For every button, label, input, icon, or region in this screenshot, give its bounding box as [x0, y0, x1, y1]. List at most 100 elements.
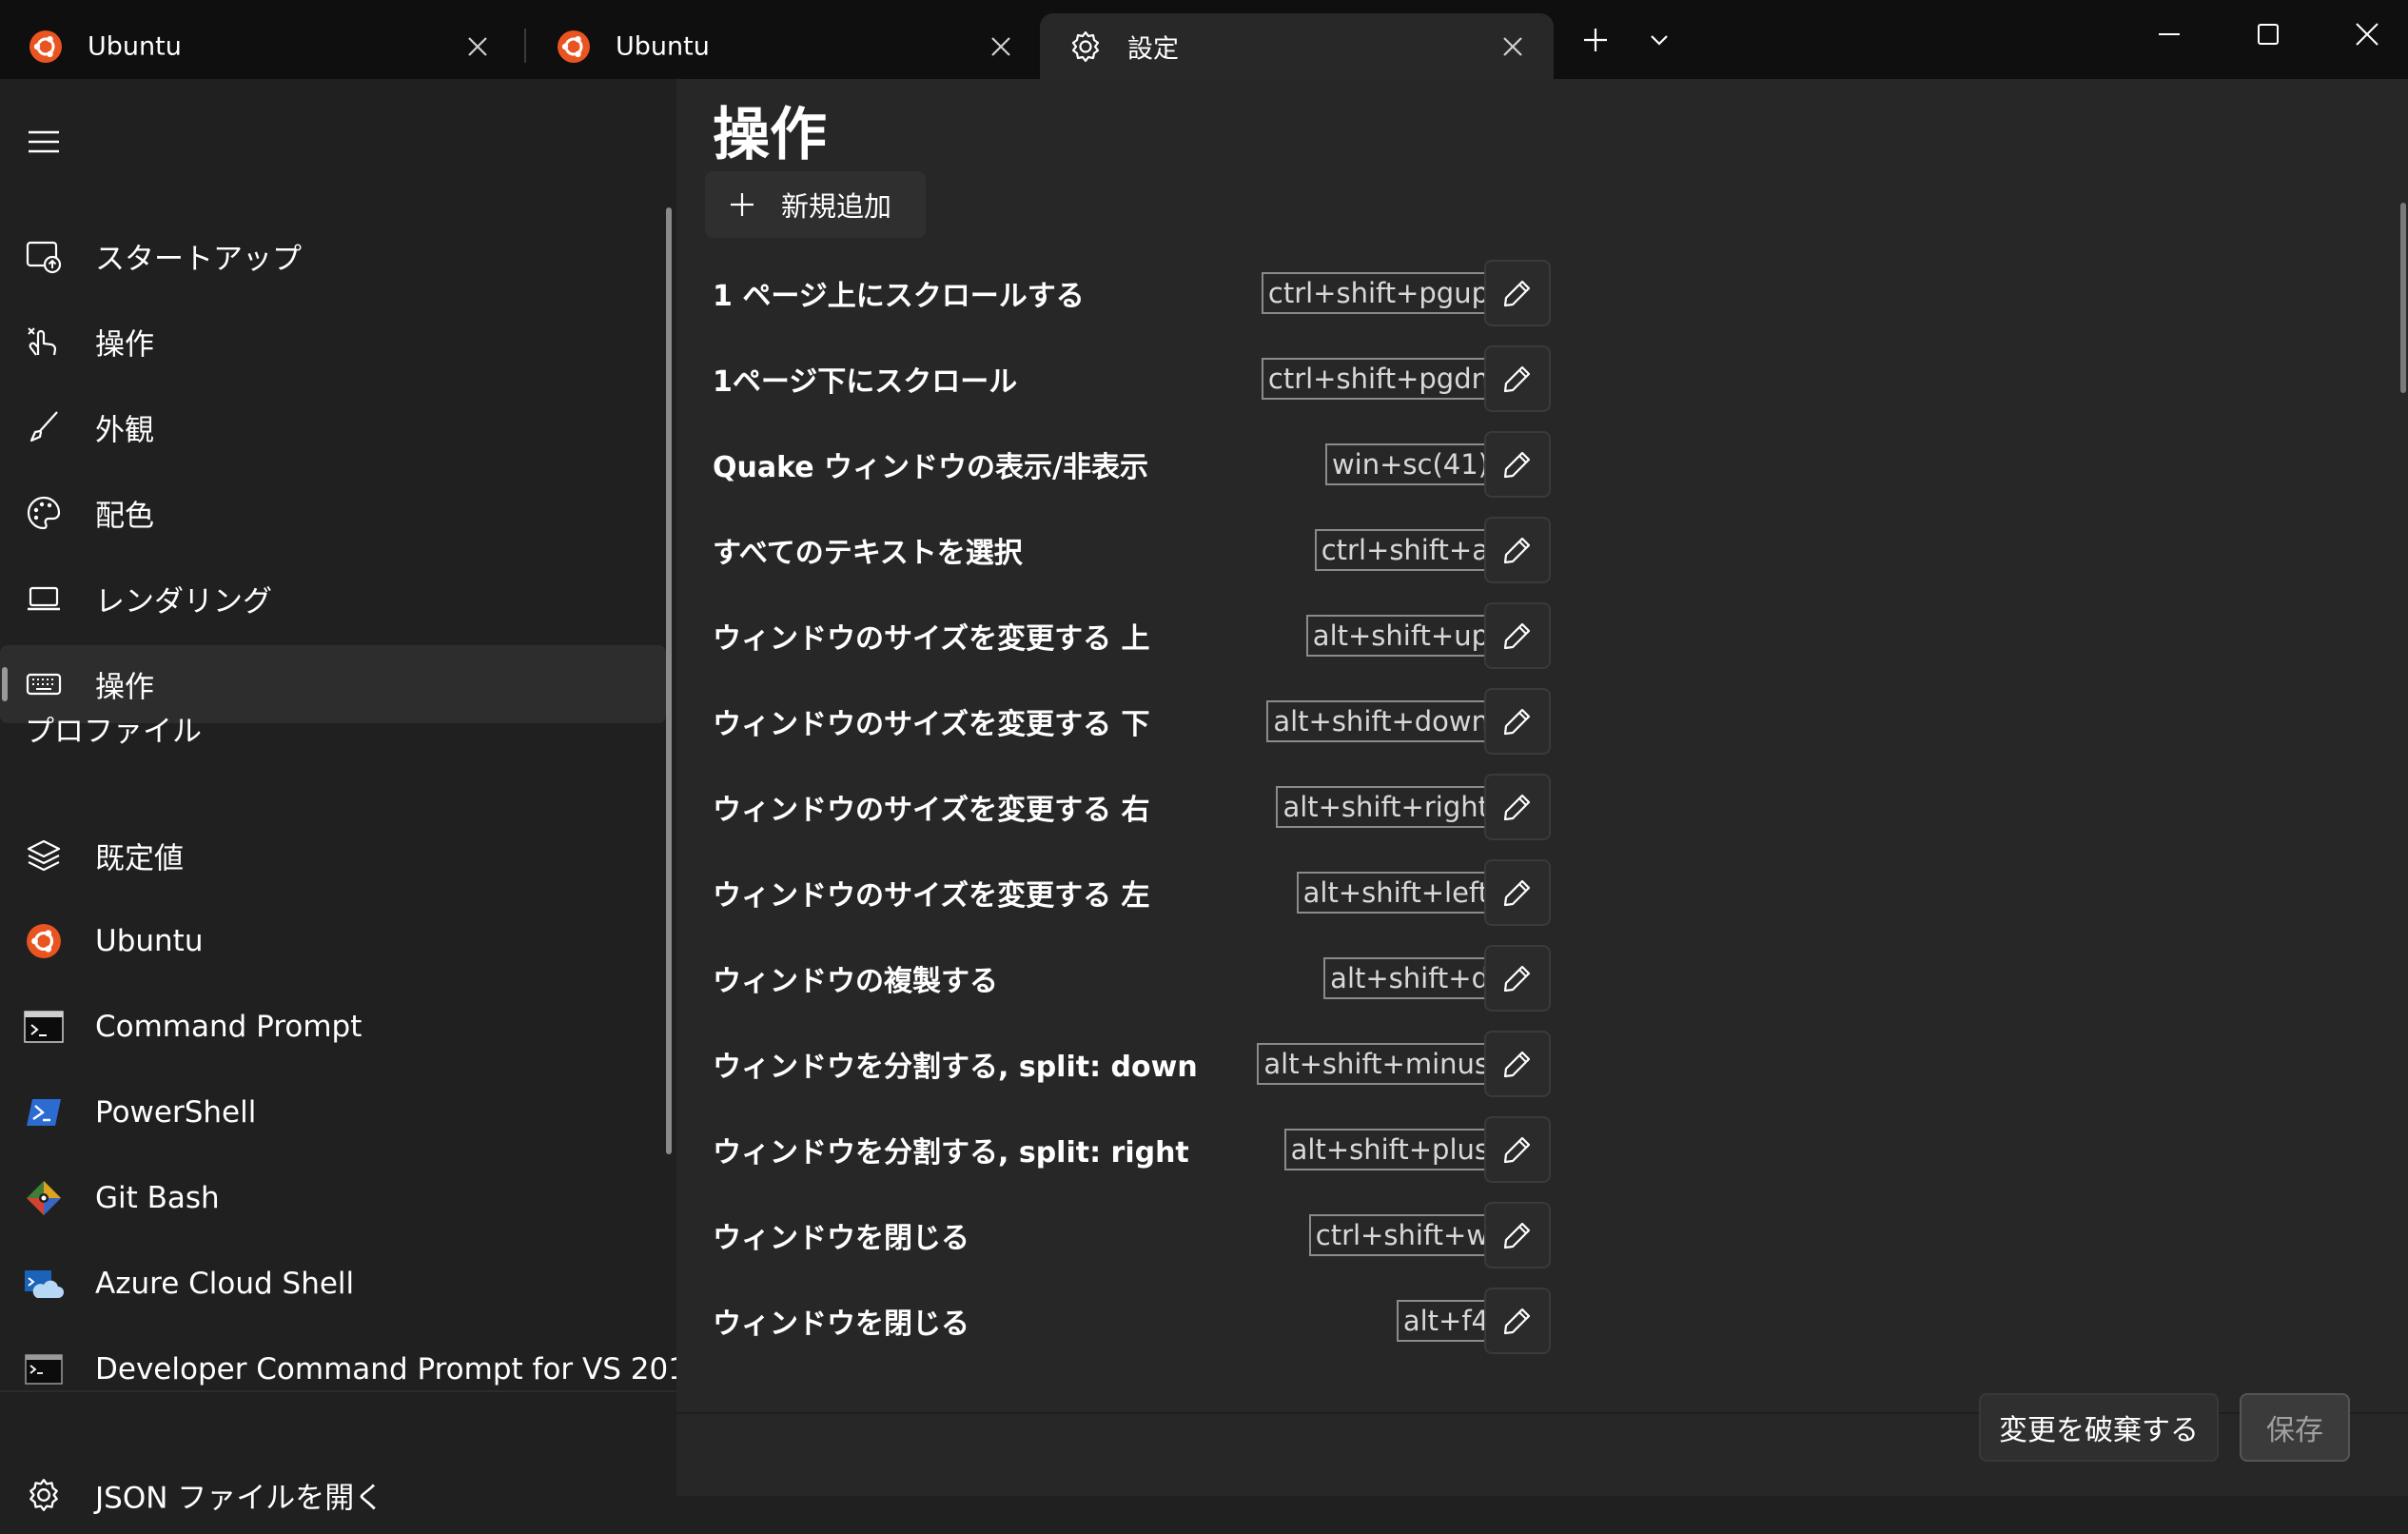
tab-separator: [524, 29, 526, 63]
content-scrollbar[interactable]: [2400, 203, 2406, 393]
pencil-icon: [1503, 280, 1531, 307]
keybinding-row[interactable]: 1ページ下にスクロール ctrl+shift+pgdn: [676, 336, 1628, 422]
sidebar-item-azure-cloud-shell[interactable]: Azure Cloud Shell: [0, 1245, 666, 1323]
pencil-icon: [1503, 708, 1531, 736]
keybinding-row[interactable]: ウィンドウを閉じる ctrl+shift+w: [676, 1192, 1628, 1278]
edit-keybinding-button[interactable]: [1484, 688, 1551, 755]
edit-keybinding-button[interactable]: [1484, 859, 1551, 926]
keybinding-keys: alt+shift+d: [1323, 957, 1496, 999]
keybinding-keys: alt+shift+plus: [1283, 1129, 1496, 1170]
chevron-down-icon: [1651, 35, 1668, 46]
tab-ubuntu-1[interactable]: Ubuntu: [0, 13, 519, 79]
keybinding-action-label: ウィンドウの複製する: [713, 965, 998, 998]
pencil-icon: [1503, 365, 1531, 393]
keybinding-row[interactable]: ウィンドウのサイズを変更する 上 alt+shift+up: [676, 593, 1628, 678]
sidebar-item-ubuntu[interactable]: Ubuntu: [0, 902, 666, 980]
git-icon: [23, 1177, 65, 1219]
sidebar-item-label: 外観: [95, 413, 154, 448]
add-new-button[interactable]: 新規追加: [705, 171, 926, 238]
edit-keybinding-button[interactable]: [1484, 260, 1551, 326]
tab-dropdown-button[interactable]: [1631, 11, 1688, 69]
laptop-icon: [23, 578, 65, 620]
edit-keybinding-button[interactable]: [1484, 774, 1551, 840]
keybinding-keys: alt+shift+minus: [1257, 1043, 1496, 1085]
sidebar-item-developer-command-prompt[interactable]: Developer Command Prompt for VS 201: [0, 1330, 687, 1408]
keybinding-row[interactable]: 1 ページ上にスクロールする ctrl+shift+pgup: [676, 250, 1628, 336]
sidebar-item-label: Azure Cloud Shell: [95, 1267, 355, 1301]
gear-icon: [23, 1474, 65, 1516]
maximize-button[interactable]: [2221, 0, 2316, 69]
edit-keybinding-button[interactable]: [1484, 1116, 1551, 1183]
keybinding-row[interactable]: Quake ウィンドウの表示/非表示 win+sc(41): [676, 422, 1628, 507]
keybinding-row[interactable]: すべてのテキストを選択 ctrl+shift+a: [676, 507, 1628, 593]
pencil-icon: [1503, 965, 1531, 993]
sidebar-item-startup[interactable]: スタートアップ: [0, 217, 666, 295]
tab-ubuntu-2[interactable]: Ubuntu: [528, 13, 1042, 79]
new-tab-button[interactable]: [1567, 11, 1624, 69]
title-bar: Ubuntu Ubuntu 設定: [0, 0, 2408, 79]
keybinding-action-label: ウィンドウを分割する, split: right: [713, 1136, 1189, 1170]
keybinding-row[interactable]: ウィンドウの複製する alt+shift+d: [676, 935, 1628, 1021]
open-json-file-link[interactable]: JSON ファイルを開く: [0, 1456, 666, 1534]
gear-icon: [1071, 30, 1100, 62]
sidebar-item-defaults[interactable]: 既定値: [0, 816, 666, 895]
keybinding-keys: win+sc(41): [1324, 443, 1496, 485]
keybinding-row[interactable]: ウィンドウのサイズを変更する 右 alt+shift+right: [676, 764, 1628, 850]
pencil-icon: [1503, 1308, 1531, 1335]
edit-keybinding-button[interactable]: [1484, 517, 1551, 583]
keybinding-keys: alt+shift+down: [1266, 700, 1496, 742]
edit-keybinding-button[interactable]: [1484, 1288, 1551, 1354]
sidebar-item-interaction[interactable]: 操作: [0, 303, 666, 381]
discard-changes-button[interactable]: 変更を破棄する: [1979, 1393, 2219, 1462]
sidebar-item-appearance[interactable]: 外観: [0, 388, 666, 466]
edit-keybinding-button[interactable]: [1484, 602, 1551, 669]
sidebar-item-label: 配色: [95, 499, 154, 534]
brush-icon: [23, 406, 65, 448]
sidebar-item-git-bash[interactable]: Git Bash: [0, 1159, 666, 1237]
sidebar-item-label: JSON ファイルを開く: [95, 1481, 384, 1516]
keybinding-action-label: ウィンドウのサイズを変更する 右: [713, 794, 1150, 827]
sidebar-scrollbar[interactable]: [666, 207, 672, 1154]
keybinding-action-label: ウィンドウのサイズを変更する 下: [713, 708, 1150, 741]
edit-keybinding-button[interactable]: [1484, 431, 1551, 498]
close-icon[interactable]: [465, 34, 490, 59]
edit-keybinding-button[interactable]: [1484, 345, 1551, 412]
sidebar-item-color-schemes[interactable]: 配色: [0, 474, 666, 552]
save-button[interactable]: 保存: [2240, 1393, 2350, 1462]
pencil-icon: [1503, 1136, 1531, 1164]
plus-icon: [1584, 29, 1607, 51]
keybinding-keys: alt+shift+left: [1296, 872, 1496, 914]
keybinding-keys: ctrl+shift+w: [1308, 1214, 1496, 1256]
minimize-button[interactable]: [2122, 0, 2217, 69]
keybinding-action-label: ウィンドウを閉じる: [713, 1222, 969, 1255]
menu-button[interactable]: [19, 117, 69, 167]
close-icon[interactable]: [1500, 34, 1525, 59]
tab-settings[interactable]: 設定: [1040, 13, 1554, 79]
edit-keybinding-button[interactable]: [1484, 1031, 1551, 1097]
keybinding-action-label: ウィンドウを閉じる: [713, 1308, 969, 1341]
ubuntu-icon: [29, 30, 62, 63]
keybinding-keys: ctrl+shift+pgup: [1261, 272, 1496, 314]
keybinding-keys: alt+shift+up: [1305, 615, 1496, 657]
sidebar-item-powershell[interactable]: PowerShell: [0, 1073, 666, 1151]
keybinding-row[interactable]: ウィンドウを分割する, split: right alt+shift+plus: [676, 1107, 1628, 1192]
keybinding-keys: ctrl+shift+pgdn: [1261, 358, 1496, 400]
plus-icon: [731, 193, 754, 216]
edit-keybinding-button[interactable]: [1484, 1202, 1551, 1268]
sidebar-item-command-prompt[interactable]: Command Prompt: [0, 988, 666, 1066]
keybinding-row[interactable]: ウィンドウを閉じる alt+f4: [676, 1278, 1628, 1364]
close-window-button[interactable]: [2320, 0, 2408, 69]
startup-icon: [23, 235, 65, 277]
edit-keybinding-button[interactable]: [1484, 945, 1551, 1012]
profiles-header: プロファイル: [25, 715, 202, 749]
sidebar: スタートアップ 操作 外観 配色 レンダリング 操作 プロファイル 既定値 Ub…: [0, 79, 687, 1516]
sidebar-item-label: Git Bash: [95, 1181, 220, 1215]
sidebar-item-rendering[interactable]: レンダリング: [0, 560, 666, 638]
keybinding-row[interactable]: ウィンドウを分割する, split: down alt+shift+minus: [676, 1021, 1628, 1107]
keybinding-row[interactable]: ウィンドウのサイズを変更する 左 alt+shift+left: [676, 850, 1628, 935]
keybinding-row[interactable]: ウィンドウのサイズを変更する 下 alt+shift+down: [676, 678, 1628, 764]
powershell-icon: [23, 1092, 65, 1133]
tab-label: Ubuntu: [88, 31, 182, 61]
ubuntu-icon: [558, 30, 590, 63]
close-icon[interactable]: [989, 34, 1013, 59]
